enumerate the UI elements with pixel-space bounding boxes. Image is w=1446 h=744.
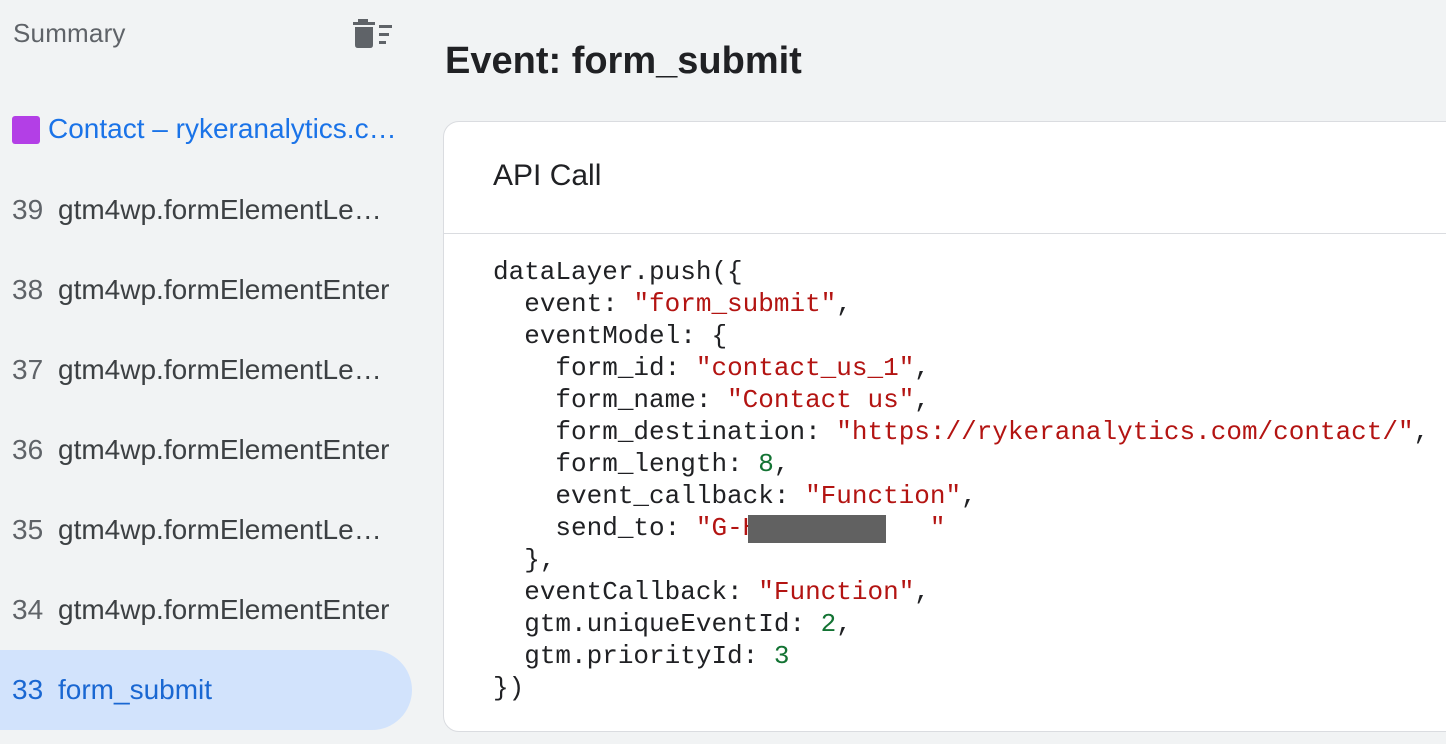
event-number: 38: [12, 274, 44, 305]
code-line: form_id: "contact_us_1",: [555, 353, 930, 383]
code-key: form_id:: [555, 353, 696, 383]
code-block: dataLayer.push({ event: "form_submit", e…: [493, 256, 1429, 704]
event-label: gtm4wp.formElementLeave: [58, 354, 396, 385]
event-item[interactable]: 34 gtm4wp.formElementEnter: [0, 570, 412, 650]
event-item[interactable]: 38 gtm4wp.formElementEnter: [0, 250, 412, 330]
code-line: form_destination: "https://rykeranalytic…: [555, 417, 1430, 447]
event-number: 35: [12, 514, 44, 545]
code-text: }): [493, 673, 525, 703]
code-key: form_length:: [555, 449, 759, 479]
event-number: 39: [12, 194, 44, 225]
page-title: Event: form_submit: [445, 40, 802, 82]
code-string: "Function": [758, 577, 915, 607]
code-line: form_name: "Contact us",: [555, 385, 930, 415]
code-line: event: "form_submit",: [524, 289, 852, 319]
code-string: "Function": [805, 481, 962, 511]
code-key: form_name:: [555, 385, 728, 415]
sidebar: Summary Contact – rykeranalytics.com 39 …: [0, 0, 418, 744]
code-string: "form_submit": [633, 289, 837, 319]
code-line: },: [493, 544, 1429, 576]
code-number: 3: [773, 641, 790, 671]
code-string: "Contact us": [727, 385, 915, 415]
event-item[interactable]: 35 gtm4wp.formElementLeave: [0, 490, 412, 570]
event-number: 37: [12, 354, 44, 385]
code-key: event:: [524, 289, 634, 319]
code-text: },: [524, 545, 556, 575]
code-text: dataLayer.push({: [493, 257, 743, 287]
page-label: Contact – rykeranalytics.com: [48, 113, 398, 144]
delete-sweep-icon[interactable]: [350, 14, 396, 54]
sidebar-header: Summary: [0, 0, 418, 70]
code-line: gtm.uniqueEventId: 2,: [524, 609, 852, 639]
event-label: form_submit: [58, 674, 213, 705]
code-key: eventCallback:: [524, 577, 759, 607]
code-number: 2: [820, 609, 837, 639]
event-item[interactable]: 37 gtm4wp.formElementLeave: [0, 330, 412, 410]
event-item[interactable]: 36 gtm4wp.formElementEnter: [0, 410, 412, 490]
event-number: 33: [12, 674, 44, 705]
code-line: gtm.priorityId: 3: [493, 640, 1429, 672]
code-line: dataLayer.push({: [493, 256, 1429, 288]
event-label: gtm4wp.formElementEnter: [58, 274, 390, 305]
card-header: API Call: [444, 122, 1446, 234]
code-line: send_to: "G-H ": [493, 512, 1429, 544]
code-string: "https://rykeranalytics.com/contact/": [836, 417, 1414, 447]
page-item[interactable]: Contact – rykeranalytics.com: [0, 100, 418, 160]
code-key: gtm.priorityId:: [524, 641, 774, 671]
event-number: 36: [12, 434, 44, 465]
code-key: form_destination:: [555, 417, 837, 447]
event-label: gtm4wp.formElementEnter: [58, 434, 390, 465]
code-line: event_callback: "Function",: [555, 481, 977, 511]
code-string: "contact_us_1": [695, 353, 915, 383]
event-number: 34: [12, 594, 44, 625]
code-key: send_to:: [555, 513, 696, 543]
code-number: 8: [758, 449, 774, 479]
card-title: API Call: [493, 159, 602, 192]
page-color-icon: [12, 116, 40, 144]
event-label: gtm4wp.formElementEnter: [58, 594, 390, 625]
redaction-box: [747, 515, 886, 543]
event-label: gtm4wp.formElementLeave: [58, 194, 396, 225]
code-key: gtm.uniqueEventId:: [524, 609, 821, 639]
code-line: eventModel: {: [493, 320, 1429, 352]
event-item-selected[interactable]: 33 form_submit: [0, 650, 412, 730]
event-label: gtm4wp.formElementLeave: [58, 514, 396, 545]
code-line: form_length: 8,: [555, 449, 790, 479]
summary-label[interactable]: Summary: [13, 18, 126, 49]
event-item[interactable]: 39 gtm4wp.formElementLeave: [0, 170, 412, 250]
api-call-card: API Call dataLayer.push({ event: "form_s…: [443, 121, 1446, 732]
code-line: }): [493, 672, 1429, 704]
redacted-value: "G-H ": [696, 512, 946, 544]
code-text: eventModel: {: [524, 321, 728, 351]
code-key: event_callback:: [555, 481, 806, 511]
code-line: eventCallback: "Function",: [524, 577, 930, 607]
